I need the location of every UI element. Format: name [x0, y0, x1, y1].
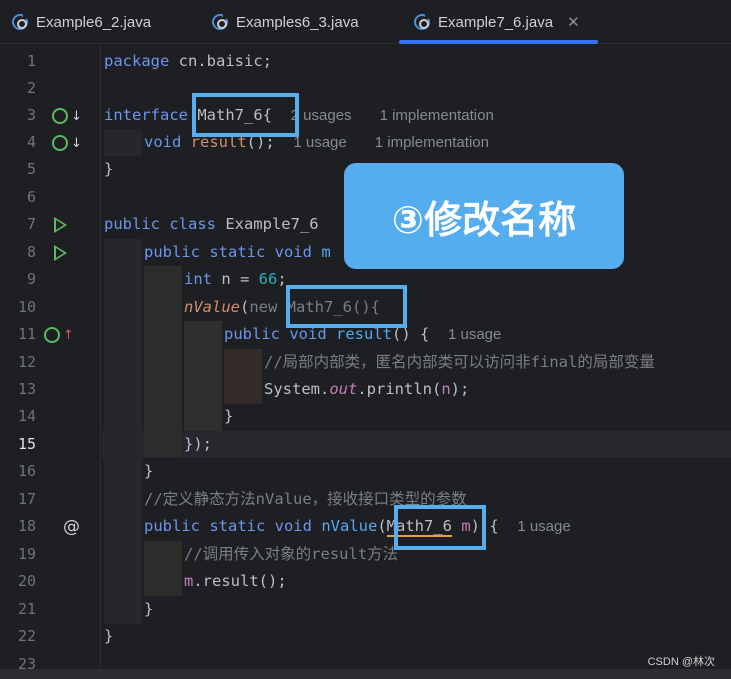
usages-hint[interactable]: 1 usage — [448, 326, 501, 343]
tab-bar: Example6_2.java Examples6_3.java Example… — [0, 0, 731, 44]
code-line-22: } — [104, 627, 114, 645]
bottom-scroll-area[interactable] — [0, 669, 731, 679]
line-number: 12 — [17, 353, 36, 371]
code-editor[interactable]: package cn.baisic; interface Math7_6{ 2 … — [102, 44, 731, 669]
usages-hint[interactable]: 1 usage — [293, 134, 346, 151]
tab-label: Examples6_3.java — [236, 13, 359, 31]
java-class-icon — [12, 13, 29, 30]
line-number: 9 — [26, 270, 36, 288]
line-number: 14 — [17, 407, 36, 425]
indent-guide — [144, 541, 182, 596]
highlight-box — [192, 93, 299, 137]
code-line-14: } — [224, 407, 234, 425]
java-class-icon — [212, 13, 229, 30]
code-line-1: package cn.baisic; — [104, 52, 272, 70]
indent-guide — [144, 266, 182, 458]
line-number: 22 — [17, 627, 36, 645]
line-number: 17 — [17, 490, 36, 508]
line-number: 6 — [26, 188, 36, 206]
implemented-icon[interactable] — [52, 108, 82, 124]
annotation-icon[interactable]: @ — [63, 517, 80, 537]
implemented-icon[interactable] — [52, 135, 82, 151]
java-class-icon — [414, 13, 431, 30]
line-number: 18 — [17, 517, 36, 535]
implements-method-icon[interactable] — [44, 327, 74, 343]
annotation-callout: ③修改名称 — [344, 163, 624, 269]
line-number: 1 — [26, 52, 36, 70]
line-number: 11 — [17, 325, 36, 343]
watermark: CSDN @林次 — [647, 656, 715, 668]
indent-guide — [104, 239, 142, 624]
usages-hint[interactable]: 1 usage — [517, 518, 570, 535]
code-line-19: //调用传入对象的result方法 — [184, 545, 399, 563]
run-icon[interactable] — [54, 245, 67, 261]
tab-label: Example7_6.java — [438, 13, 554, 31]
code-line-8: public static void m — [144, 243, 331, 261]
code-line-15: }); — [184, 435, 212, 453]
usages-hint[interactable]: 2 usages — [291, 107, 352, 124]
implementation-hint[interactable]: 1 implementation — [375, 134, 489, 151]
code-line-21: } — [144, 600, 154, 618]
code-line-18: public static void nValue(Math7_6 m) { 1… — [144, 517, 571, 537]
line-number: 10 — [17, 298, 36, 316]
code-line-5: } — [104, 160, 114, 178]
tab-example6-2[interactable]: Example6_2.java — [12, 0, 151, 44]
code-line-16: } — [144, 462, 154, 480]
code-line-9: int n = 66; — [184, 270, 287, 288]
line-number: 4 — [26, 133, 36, 151]
indent-guide — [184, 321, 222, 431]
line-number: 7 — [26, 215, 36, 233]
code-line-7: public class Example7_6 — [104, 215, 319, 233]
implementation-hint[interactable]: 1 implementation — [380, 107, 494, 124]
code-line-20: m.result(); — [184, 572, 287, 590]
line-number: 8 — [26, 243, 36, 261]
highlight-box — [394, 505, 486, 550]
line-number: 2 — [26, 79, 36, 97]
indent-guide — [224, 349, 262, 404]
line-number: 5 — [26, 160, 36, 178]
line-number: 13 — [17, 380, 36, 398]
code-line-13: System.out.println(n); — [264, 380, 470, 398]
tab-label: Example6_2.java — [36, 13, 152, 31]
highlight-box — [286, 285, 407, 328]
line-number: 3 — [26, 106, 36, 124]
line-number: 21 — [17, 600, 36, 618]
indent-guide — [104, 129, 142, 156]
line-gutter: 1 2 3 4 5 6 7 8 9 10 11 12 13 14 15 16 1… — [0, 44, 101, 679]
tab-example7-6[interactable]: Example7_6.java ✕ — [414, 0, 580, 44]
close-icon[interactable]: ✕ — [567, 13, 580, 31]
code-line-12: //局部内部类，匿名内部类可以访问非final的局部变量 — [264, 353, 655, 371]
tab-examples6-3[interactable]: Examples6_3.java — [212, 0, 359, 44]
line-number: 20 — [17, 572, 36, 590]
run-icon[interactable] — [54, 217, 67, 233]
line-number: 15 — [17, 435, 36, 453]
line-number: 16 — [17, 462, 36, 480]
line-number: 19 — [17, 545, 36, 563]
